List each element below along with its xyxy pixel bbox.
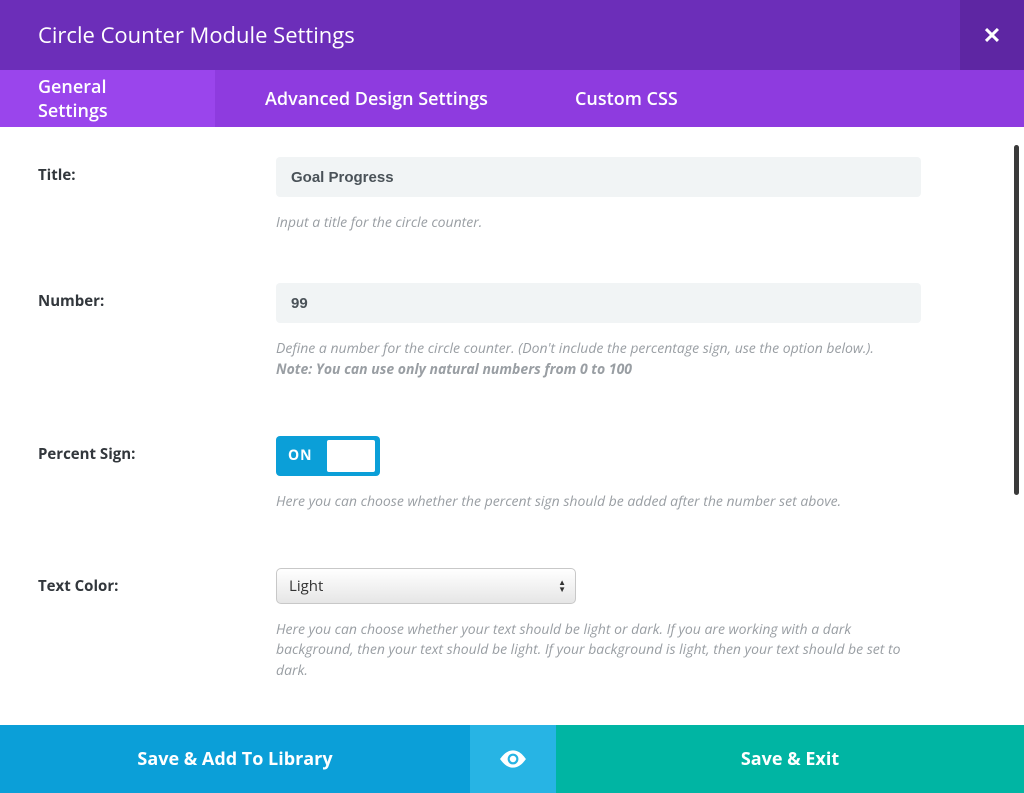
preview-button[interactable] <box>470 725 556 793</box>
toggle-on-label: ON <box>288 446 313 465</box>
percent-sign-label: Percent Sign: <box>38 436 276 512</box>
tab-custom-css[interactable]: Custom CSS <box>535 70 716 127</box>
text-color-select[interactable]: Light <box>276 568 576 604</box>
text-color-label: Text Color: <box>38 568 276 681</box>
modal-title: Circle Counter Module Settings <box>38 20 355 50</box>
text-color-helper: Here you can choose whether your text sh… <box>276 620 916 681</box>
number-helper: Define a number for the circle counter. … <box>276 339 916 380</box>
modal-footer: Save & Add To Library Save & Exit <box>0 725 1024 793</box>
modal-header: Circle Counter Module Settings <box>0 0 1024 70</box>
eye-icon <box>500 750 526 768</box>
title-label: Title: <box>38 157 276 233</box>
number-label: Number: <box>38 283 276 380</box>
close-button[interactable]: ✕ <box>960 0 1024 70</box>
save-add-to-library-button[interactable]: Save & Add To Library <box>0 725 470 793</box>
percent-sign-helper: Here you can choose whether the percent … <box>276 492 916 512</box>
title-input[interactable] <box>276 157 921 197</box>
number-input[interactable] <box>276 283 921 323</box>
tab-general-settings[interactable]: General Settings <box>0 70 215 127</box>
title-helper: Input a title for the circle counter. <box>276 213 916 233</box>
percent-sign-toggle[interactable]: ON <box>276 436 380 476</box>
tab-bar: General Settings Advanced Design Setting… <box>0 70 1024 127</box>
settings-panel: Title: Input a title for the circle coun… <box>0 127 1024 793</box>
save-and-exit-button[interactable]: Save & Exit <box>556 725 1024 793</box>
tab-advanced-design-settings[interactable]: Advanced Design Settings <box>215 70 535 127</box>
text-color-value: Light <box>289 576 323 596</box>
close-icon: ✕ <box>983 20 1001 50</box>
toggle-knob <box>327 440 375 472</box>
scrollbar-thumb[interactable] <box>1014 145 1019 495</box>
